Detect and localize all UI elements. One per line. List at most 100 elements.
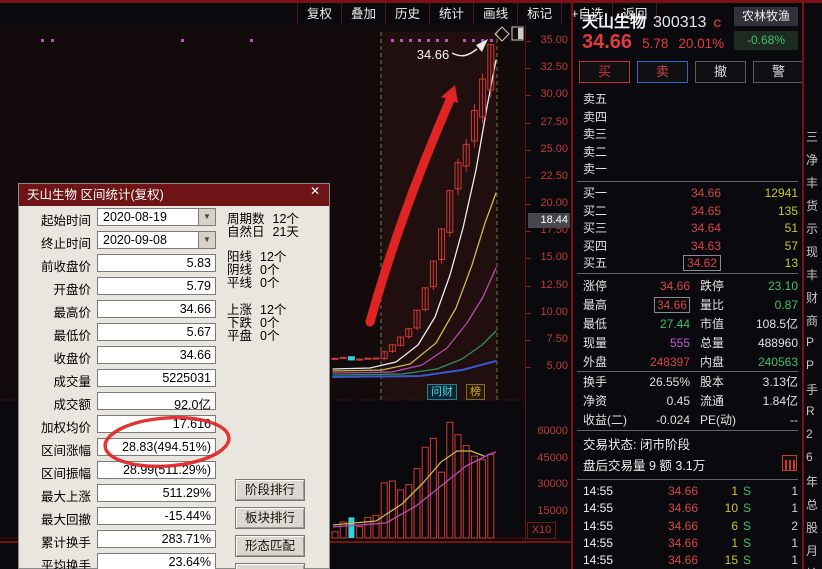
trade-button-3[interactable]: 撤 [695,61,746,83]
after-hours-line: 盘后交易量 9 额 3.1万 [583,459,706,473]
dialog-field-2[interactable]: 2020-09-08 ▼ [97,231,216,249]
price-tick-label: 27.50 [540,115,568,128]
dialog-button-3[interactable]: 形态匹配 [235,535,305,557]
dialog-field-9[interactable]: 92.0亿 [97,392,216,412]
signal-dot [445,39,448,42]
dialog-field-4[interactable]: 5.79 [97,277,216,295]
volume-bar [421,446,429,539]
stat-value: 240563 [757,355,798,370]
sliver-glyph: 6 [806,450,813,464]
orderbook-bottom-divider [577,273,798,274]
dialog-field-value: 2020-09-08 [103,233,167,247]
ask-label: 卖四 [583,109,608,124]
dialog-field-7[interactable]: 34.66 [97,346,216,364]
dialog-field-8[interactable]: 5225031 [97,369,216,387]
tick-count: 1 [791,535,798,550]
toolbar-item-1[interactable]: 复权 [297,3,341,25]
toolbar-item-2[interactable]: 叠加 [341,3,385,25]
bid-price: 34.65 [690,203,721,218]
tick-count: 2 [791,518,798,533]
tick-row-1: 14:55 34.66 1 S 1 [583,483,798,499]
trade-button-1[interactable]: 买 [579,61,630,83]
volume-bar [364,516,372,539]
sliver-glyph: 商 [806,314,819,328]
dialog-field-value: -15.44% [164,509,211,523]
dialog-label-5: 最高价 [53,306,91,320]
dropdown-arrow-icon[interactable]: ▼ [198,209,215,225]
sector-name[interactable]: 农林牧渔 [734,7,798,26]
dialog-field-3[interactable]: 5.83 [97,254,216,272]
sliver-glyph: 丰 [806,268,819,282]
price-tick-label: 12.50 [540,278,568,291]
price-tick-mark [526,149,531,151]
signal-dot [463,39,466,42]
dropdown-arrow-icon[interactable]: ▼ [198,232,215,248]
rank-badge[interactable]: 榜 [466,384,485,400]
dialog-field-5[interactable]: 34.66 [97,300,216,318]
tick-time: 14:55 [583,553,614,568]
ask-volume [723,126,798,142]
stats-row-2: 最高 34.66 量比 0.87 [583,297,798,314]
dialog-field-value: 5.67 [186,325,211,339]
stat-value: 555 [669,336,690,351]
ask-row-2[interactable]: 卖二 [583,144,798,160]
toolbar-item-5[interactable]: 画线 [473,3,517,25]
close-icon[interactable]: ✕ [307,184,323,198]
dialog-field-12[interactable]: 28.99(511.29%) [97,461,216,479]
after-hours-chart-icon[interactable] [782,455,797,471]
bid-row-3[interactable]: 买三 34.64 51 [583,220,798,236]
bid-row-4[interactable]: 买四 34.63 57 [583,238,798,254]
dialog-field-16[interactable]: 23.64% [97,553,216,569]
sliver-glyph: 丰 [806,176,819,190]
bid-price: 34.64 [690,221,721,236]
sliver-glyph: 月 [806,544,819,558]
dialog-field-13[interactable]: 511.29% [97,484,216,502]
dialog-title[interactable]: 天山生物 区间统计(复权) [19,184,329,206]
dialog-info-item: 自然日 21天 [227,221,299,240]
axis-border-line [525,25,526,542]
ask-price [623,144,721,160]
bid-row-1[interactable]: 买一 34.66 12941 [583,185,798,201]
dialog-field-1[interactable]: 2020-08-19 ▼ [97,208,216,226]
trade-button-2[interactable]: 卖 [637,61,688,83]
bid-row-2[interactable]: 买二 34.65 135 [583,203,798,219]
dialog-button-2[interactable]: 板块排行 [235,507,305,529]
bid-label: 买二 [583,203,608,218]
signal-dot [472,39,475,42]
stat-label: 净资 [583,393,608,408]
dialog-button-partial[interactable] [235,563,305,569]
tick-price: 34.66 [667,501,698,516]
info-label: 平线 [227,276,253,290]
right-border-line [802,0,804,569]
tick-row-5: 14:55 34.66 15 S 1 [583,552,798,568]
stats-row-6: 换手 26.55% 股本 3.13亿 [583,374,798,390]
ask-row-5[interactable]: 卖五 [583,91,798,107]
stat-label: 涨停 [583,279,608,293]
tick-side: S [743,501,752,516]
dialog-field-11[interactable]: 28.83(494.51%) [97,438,216,456]
dialog-label-8: 成交量 [53,375,91,389]
volume-unit-label: X10 [527,522,556,539]
toolbar-item-3[interactable]: 历史 [385,3,429,25]
stat-label: 外盘 [583,355,608,370]
last-price: 34.66 [582,31,633,53]
tick-qty: 1 [731,484,738,498]
dialog-label-12: 区间振幅 [40,467,91,481]
dialog-button-1[interactable]: 阶段排行 [235,479,305,501]
trade-button-4[interactable]: 警 [753,61,804,83]
dialog-field-6[interactable]: 5.67 [97,323,216,341]
wencai-badge[interactable]: 问财 [427,384,457,400]
dialog-field-10[interactable]: 17.616 [97,415,216,433]
tick-qty: 15 [724,553,738,568]
dialog-field-14[interactable]: -15.44% [97,507,216,525]
margin-flag: C [713,18,722,30]
toolbar-item-4[interactable]: 统计 [429,3,473,25]
signal-dot [41,39,44,42]
ask-row-4[interactable]: 卖四 [583,109,798,125]
stat-value: 0.87 [774,298,798,313]
dialog-field-15[interactable]: 283.71% [97,530,216,548]
ask-row-1[interactable]: 卖一 [583,161,798,177]
bid-row-5[interactable]: 买五 34.62 13 [583,255,798,272]
ask-row-3[interactable]: 卖三 [583,126,798,142]
tick-row-3: 14:55 34.66 6 S 2 [583,518,798,534]
